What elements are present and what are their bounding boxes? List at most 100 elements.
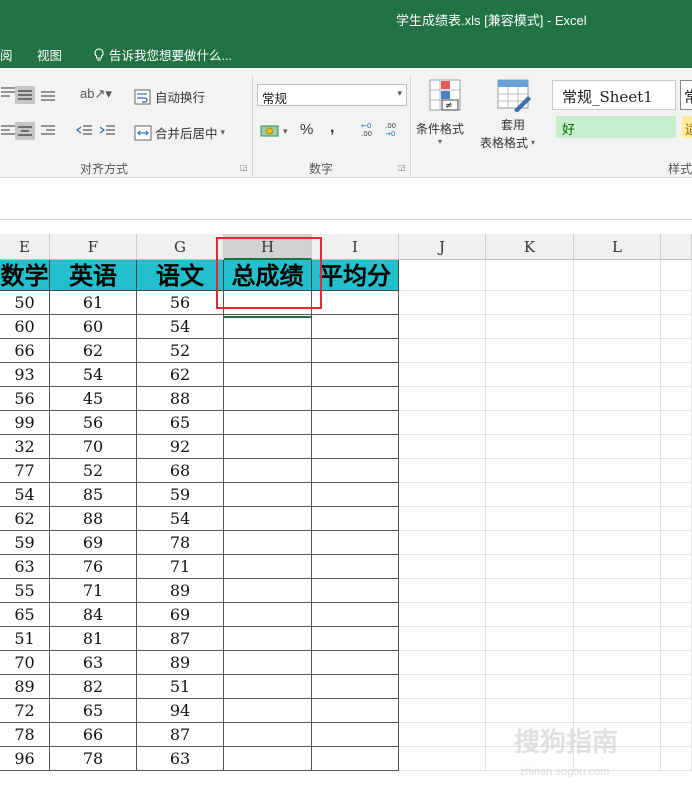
cell-english[interactable]: 61 [50, 291, 137, 315]
cell-english[interactable]: 84 [50, 603, 137, 627]
cell-english[interactable]: 69 [50, 531, 137, 555]
cell-english[interactable]: 56 [50, 411, 137, 435]
cell-average[interactable] [312, 723, 399, 747]
cell-total[interactable] [224, 603, 312, 627]
empty-cell[interactable] [486, 339, 574, 363]
empty-cell[interactable] [661, 723, 692, 747]
empty-cell[interactable] [661, 675, 692, 699]
cell-total[interactable] [224, 483, 312, 507]
cell-english[interactable]: 81 [50, 627, 137, 651]
cell-chinese[interactable]: 51 [137, 675, 224, 699]
cell-total[interactable] [224, 651, 312, 675]
empty-cell[interactable] [486, 459, 574, 483]
empty-cell[interactable] [574, 483, 661, 507]
cell-math[interactable]: 56 [0, 387, 50, 411]
empty-cell[interactable] [399, 627, 486, 651]
cell-math[interactable]: 65 [0, 603, 50, 627]
cell-average[interactable] [312, 747, 399, 771]
empty-cell[interactable] [574, 387, 661, 411]
column-header-l[interactable]: L [574, 234, 661, 260]
cell-math[interactable]: 51 [0, 627, 50, 651]
cell-average[interactable] [312, 579, 399, 603]
align-right-icon[interactable] [40, 124, 56, 138]
empty-cell[interactable] [399, 483, 486, 507]
percent-button[interactable]: % [300, 121, 313, 138]
conditional-format-button[interactable]: 条件格式 ▾ [416, 120, 464, 146]
cell-english[interactable]: 63 [50, 651, 137, 675]
cell-average[interactable] [312, 651, 399, 675]
cell-english[interactable]: 45 [50, 387, 137, 411]
empty-cell[interactable] [486, 387, 574, 411]
empty-cell[interactable] [399, 603, 486, 627]
tab-review[interactable]: 阅 [0, 45, 13, 64]
cell-total[interactable] [224, 675, 312, 699]
empty-cell[interactable] [574, 260, 661, 291]
empty-cell[interactable] [574, 627, 661, 651]
merge-center-button[interactable]: 合并后居中 ▾ [134, 123, 225, 142]
cell-total[interactable] [224, 459, 312, 483]
empty-cell[interactable] [661, 435, 692, 459]
cell-chinese[interactable]: 56 [137, 291, 224, 315]
cell-chinese[interactable]: 78 [137, 531, 224, 555]
cell-total[interactable] [224, 387, 312, 411]
empty-cell[interactable] [399, 507, 486, 531]
cell-english[interactable]: 65 [50, 699, 137, 723]
empty-cell[interactable] [574, 675, 661, 699]
alignment-launcher-icon[interactable]: ◲ [240, 163, 248, 172]
cell-english[interactable]: 60 [50, 315, 137, 339]
empty-cell[interactable] [574, 603, 661, 627]
cell-average[interactable] [312, 675, 399, 699]
cell-math[interactable]: 72 [0, 699, 50, 723]
empty-cell[interactable] [574, 579, 661, 603]
cell-english[interactable]: 70 [50, 435, 137, 459]
cell-chinese[interactable]: 94 [137, 699, 224, 723]
cell-math[interactable]: 77 [0, 459, 50, 483]
cell-math[interactable]: 93 [0, 363, 50, 387]
cell-average[interactable] [312, 411, 399, 435]
number-launcher-icon[interactable]: ◲ [398, 163, 406, 172]
cell-total[interactable] [224, 555, 312, 579]
cell-chinese[interactable]: 69 [137, 603, 224, 627]
cell-english[interactable]: 78 [50, 747, 137, 771]
style-normal[interactable]: 常 [680, 80, 692, 110]
cell-english[interactable]: 71 [50, 579, 137, 603]
column-header-m[interactable] [661, 234, 692, 260]
empty-cell[interactable] [486, 531, 574, 555]
empty-cell[interactable] [661, 699, 692, 723]
empty-cell[interactable] [399, 363, 486, 387]
empty-cell[interactable] [661, 315, 692, 339]
empty-cell[interactable] [486, 507, 574, 531]
cell-total[interactable] [224, 339, 312, 363]
column-header-k[interactable]: K [486, 234, 574, 260]
cell-math[interactable]: 70 [0, 651, 50, 675]
cell-average[interactable] [312, 339, 399, 363]
cell-chinese[interactable]: 87 [137, 627, 224, 651]
empty-cell[interactable] [661, 387, 692, 411]
number-format-select[interactable]: 常规 ▾ [257, 84, 407, 106]
cell-english[interactable]: 88 [50, 507, 137, 531]
empty-cell[interactable] [661, 363, 692, 387]
cell-average[interactable] [312, 627, 399, 651]
cell-math[interactable]: 78 [0, 723, 50, 747]
cell-chinese[interactable]: 89 [137, 651, 224, 675]
cell-average[interactable] [312, 483, 399, 507]
cell-chinese[interactable]: 54 [137, 507, 224, 531]
empty-cell[interactable] [399, 260, 486, 291]
style-good[interactable]: 好 [556, 116, 676, 138]
cell-chinese[interactable]: 52 [137, 339, 224, 363]
decrease-indent-icon[interactable] [76, 124, 92, 138]
cell-math[interactable]: 66 [0, 339, 50, 363]
cell-chinese[interactable]: 62 [137, 363, 224, 387]
column-header-i[interactable]: I [312, 234, 399, 260]
empty-cell[interactable] [399, 339, 486, 363]
align-bottom-icon[interactable] [40, 88, 56, 102]
cell-average[interactable] [312, 507, 399, 531]
format-as-table-button[interactable]: 表格格式 ▾ [480, 134, 535, 151]
style-neutral[interactable]: 适 [682, 116, 692, 138]
cell-average[interactable] [312, 291, 399, 315]
empty-cell[interactable] [399, 651, 486, 675]
empty-cell[interactable] [574, 459, 661, 483]
empty-cell[interactable] [661, 339, 692, 363]
empty-cell[interactable] [661, 260, 692, 291]
cell-total[interactable] [224, 291, 312, 315]
